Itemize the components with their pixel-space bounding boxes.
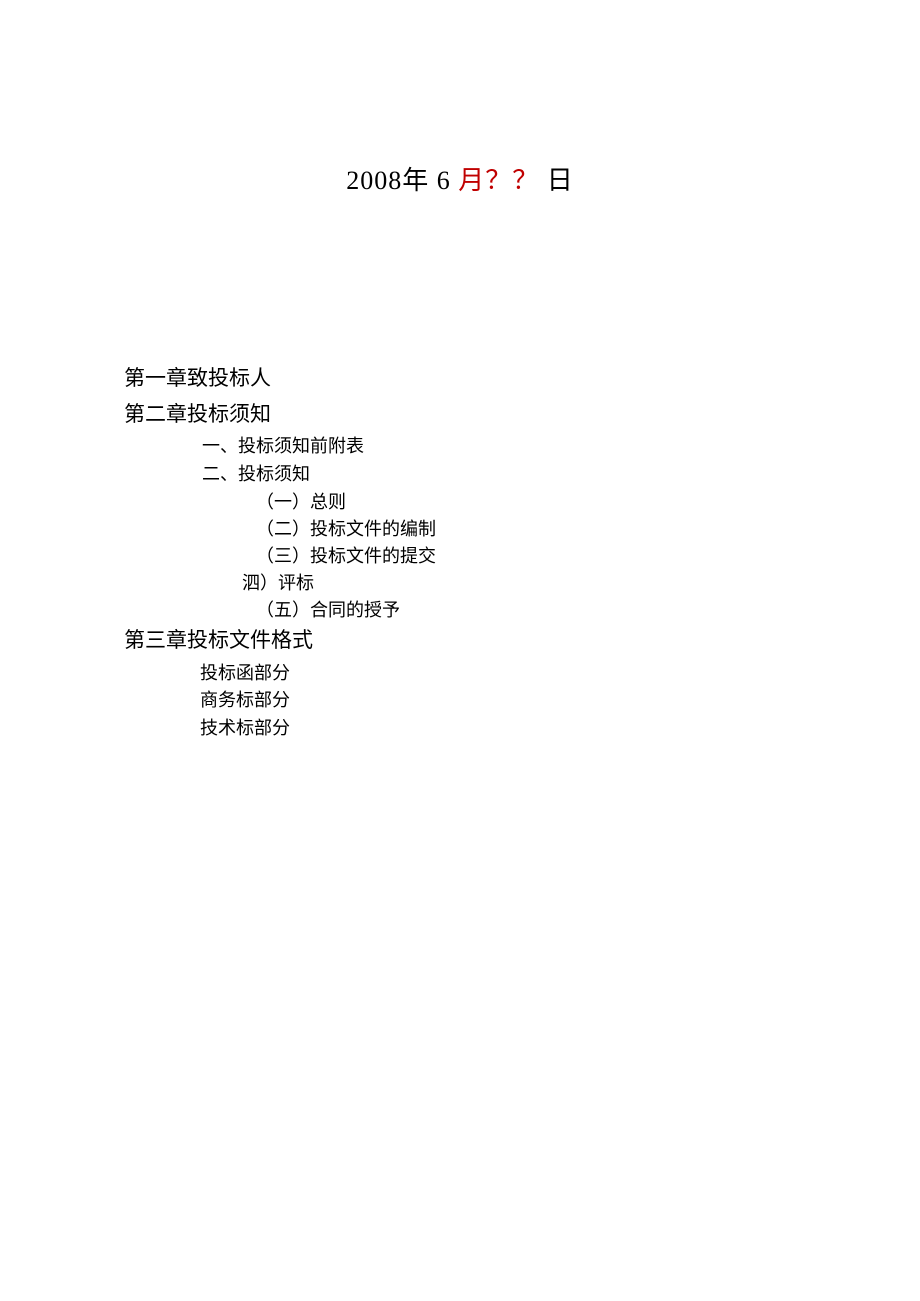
toc-chapter-3: 第三章投标文件格式 — [124, 624, 436, 658]
toc-ch3-item-1: 投标函部分 — [200, 660, 436, 688]
toc-chapter-1: 第一章致投标人 — [124, 362, 436, 396]
date-month-label: 月 — [458, 166, 485, 195]
date-year: 2008 — [346, 166, 402, 195]
toc-ch3-item-3: 技术标部分 — [200, 715, 436, 743]
toc-ch2-sub-3: （三）投标文件的提交 — [256, 543, 436, 570]
toc-ch2-sub-5: （五）合同的授予 — [256, 597, 436, 624]
toc-ch2-item-2: 二、投标须知 — [202, 461, 436, 489]
date-year-suffix: 年 — [402, 166, 429, 195]
toc-ch3-item-2: 商务标部分 — [200, 687, 436, 715]
toc-ch2-sub-4: 泗）评标 — [242, 570, 436, 597]
toc-ch2-item-1: 一、投标须知前附表 — [202, 433, 436, 461]
table-of-contents: 第一章致投标人 第二章投标须知 一、投标须知前附表 二、投标须知 （一）总则 （… — [124, 362, 436, 743]
document-date-title: 2008年 6 月？？ 日 — [0, 160, 920, 197]
toc-ch2-sub-1: （一）总则 — [256, 489, 436, 516]
date-day-label: 日 — [547, 166, 574, 195]
date-month: 6 — [437, 166, 451, 195]
date-placeholder: ？？ — [485, 166, 539, 195]
toc-chapter-2: 第二章投标须知 — [124, 398, 436, 432]
toc-ch2-sub-2: （二）投标文件的编制 — [256, 516, 436, 543]
